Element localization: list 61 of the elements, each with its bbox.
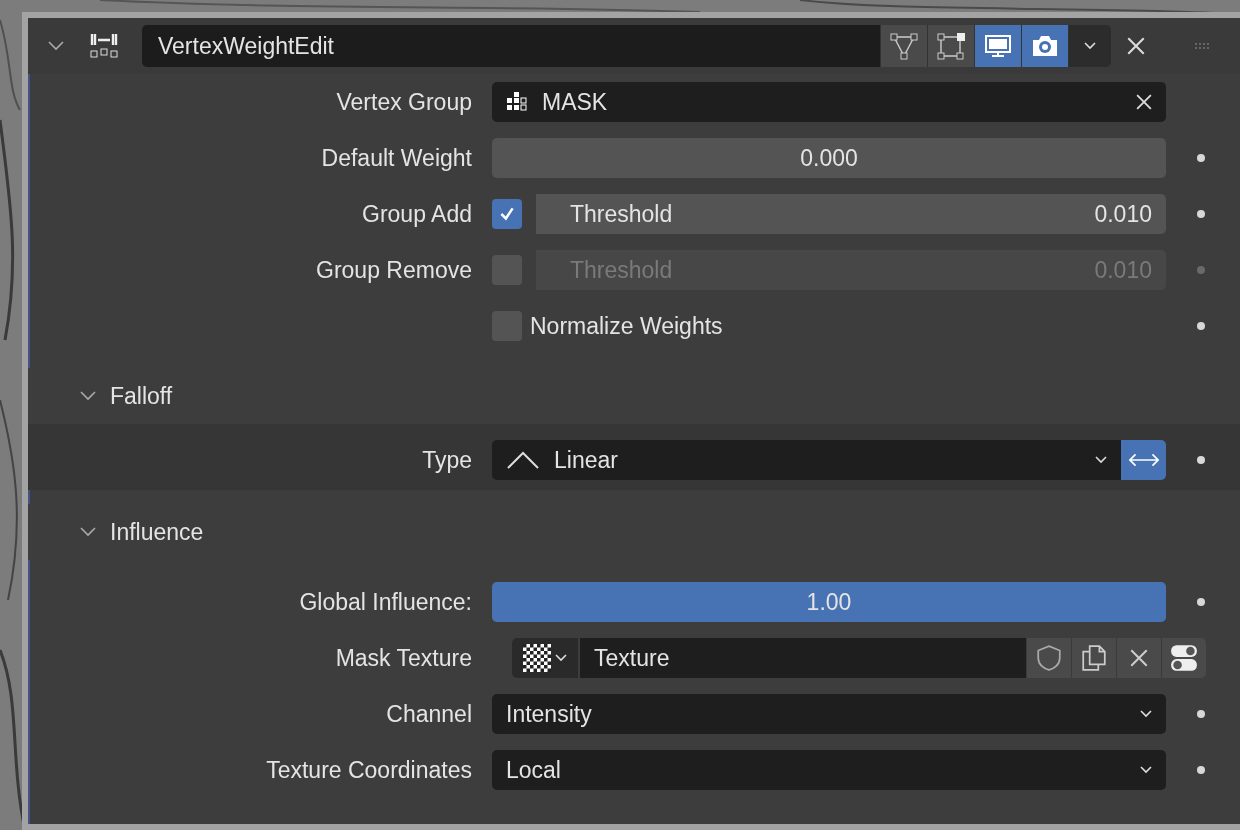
invert-falloff-button[interactable]: [1121, 440, 1166, 480]
section-title: Falloff: [110, 382, 173, 410]
keyframe-dot-icon[interactable]: [1196, 597, 1206, 607]
toggle-button[interactable]: [927, 25, 974, 67]
chevron-down-icon[interactable]: [48, 41, 64, 51]
vertex-group-field[interactable]: MASK: [492, 82, 1166, 122]
double-arrow-icon: [1127, 452, 1160, 468]
toggle-button[interactable]: [1021, 25, 1068, 67]
property-label: Texture Coordinates: [265, 756, 473, 784]
close-icon: [1130, 649, 1148, 667]
property-label: Global Influence:: [298, 588, 473, 616]
toggle-button[interactable]: [974, 25, 1021, 67]
checkerboard-icon: [523, 644, 551, 672]
property-label: Vertex Group: [335, 88, 473, 116]
property-label: Group Remove: [315, 256, 473, 284]
fake-user-button[interactable]: [1026, 638, 1071, 678]
influence-slider[interactable]: 1.00: [492, 582, 1166, 622]
keyframe-dot-icon[interactable]: [1196, 765, 1206, 775]
chevron-down-icon: [1140, 766, 1152, 774]
keyframe-dot-icon[interactable]: [1196, 209, 1206, 219]
section-title: Influence: [110, 518, 204, 546]
keyframe-dot-icon[interactable]: [1196, 709, 1206, 719]
vertex-group-icon: [506, 91, 528, 113]
modifier-name-field[interactable]: VertexWeightEdit: [142, 25, 880, 67]
threshold-field[interactable]: Threshold 0.010: [536, 194, 1166, 234]
keyframe-dot-icon[interactable]: [1196, 455, 1206, 465]
copy-icon: [1080, 644, 1108, 672]
falloff-type-dropdown[interactable]: Linear: [492, 440, 1121, 480]
checkbox-label: Normalize Weights: [530, 312, 723, 340]
checkmark-icon: [498, 205, 516, 223]
property-label: Group Add: [361, 200, 473, 228]
property-label: Channel: [385, 700, 473, 728]
chevron-down-icon: [1095, 456, 1107, 464]
keyframe-dot-icon: [1196, 265, 1206, 275]
close-icon[interactable]: [1127, 37, 1145, 55]
checkbox[interactable]: [492, 199, 522, 229]
dropdown[interactable]: Local: [492, 750, 1166, 790]
texture-browse-button[interactable]: [512, 638, 578, 678]
vertex-group-name: MASK: [542, 88, 609, 116]
toggle-switch-icon: [1169, 643, 1199, 673]
property-label: Default Weight: [320, 144, 473, 172]
number-field[interactable]: 0.000: [492, 138, 1166, 178]
toggle-button[interactable]: [880, 25, 927, 67]
keyframe-dot-icon[interactable]: [1196, 321, 1206, 331]
close-icon[interactable]: [1136, 94, 1152, 110]
cage-icon: [936, 31, 966, 61]
chevron-down-icon: [1140, 710, 1152, 718]
texture-name-field[interactable]: Texture: [580, 638, 1026, 678]
linear-falloff-icon: [506, 450, 540, 470]
toggle-button[interactable]: [1161, 638, 1206, 678]
keyframe-dot-icon[interactable]: [1196, 153, 1206, 163]
chevron-down-icon: [1084, 42, 1096, 50]
property-label: Mask Texture: [334, 644, 473, 672]
triangle-vertices-icon: [889, 31, 919, 61]
duplicate-button[interactable]: [1071, 638, 1116, 678]
chevron-down-icon: [555, 654, 567, 662]
dropdown[interactable]: Intensity: [492, 694, 1166, 734]
unlink-button[interactable]: [1116, 638, 1161, 678]
property-label: Type: [421, 446, 473, 474]
drag-handle-icon[interactable]: [1195, 42, 1211, 50]
shield-icon: [1036, 644, 1062, 672]
